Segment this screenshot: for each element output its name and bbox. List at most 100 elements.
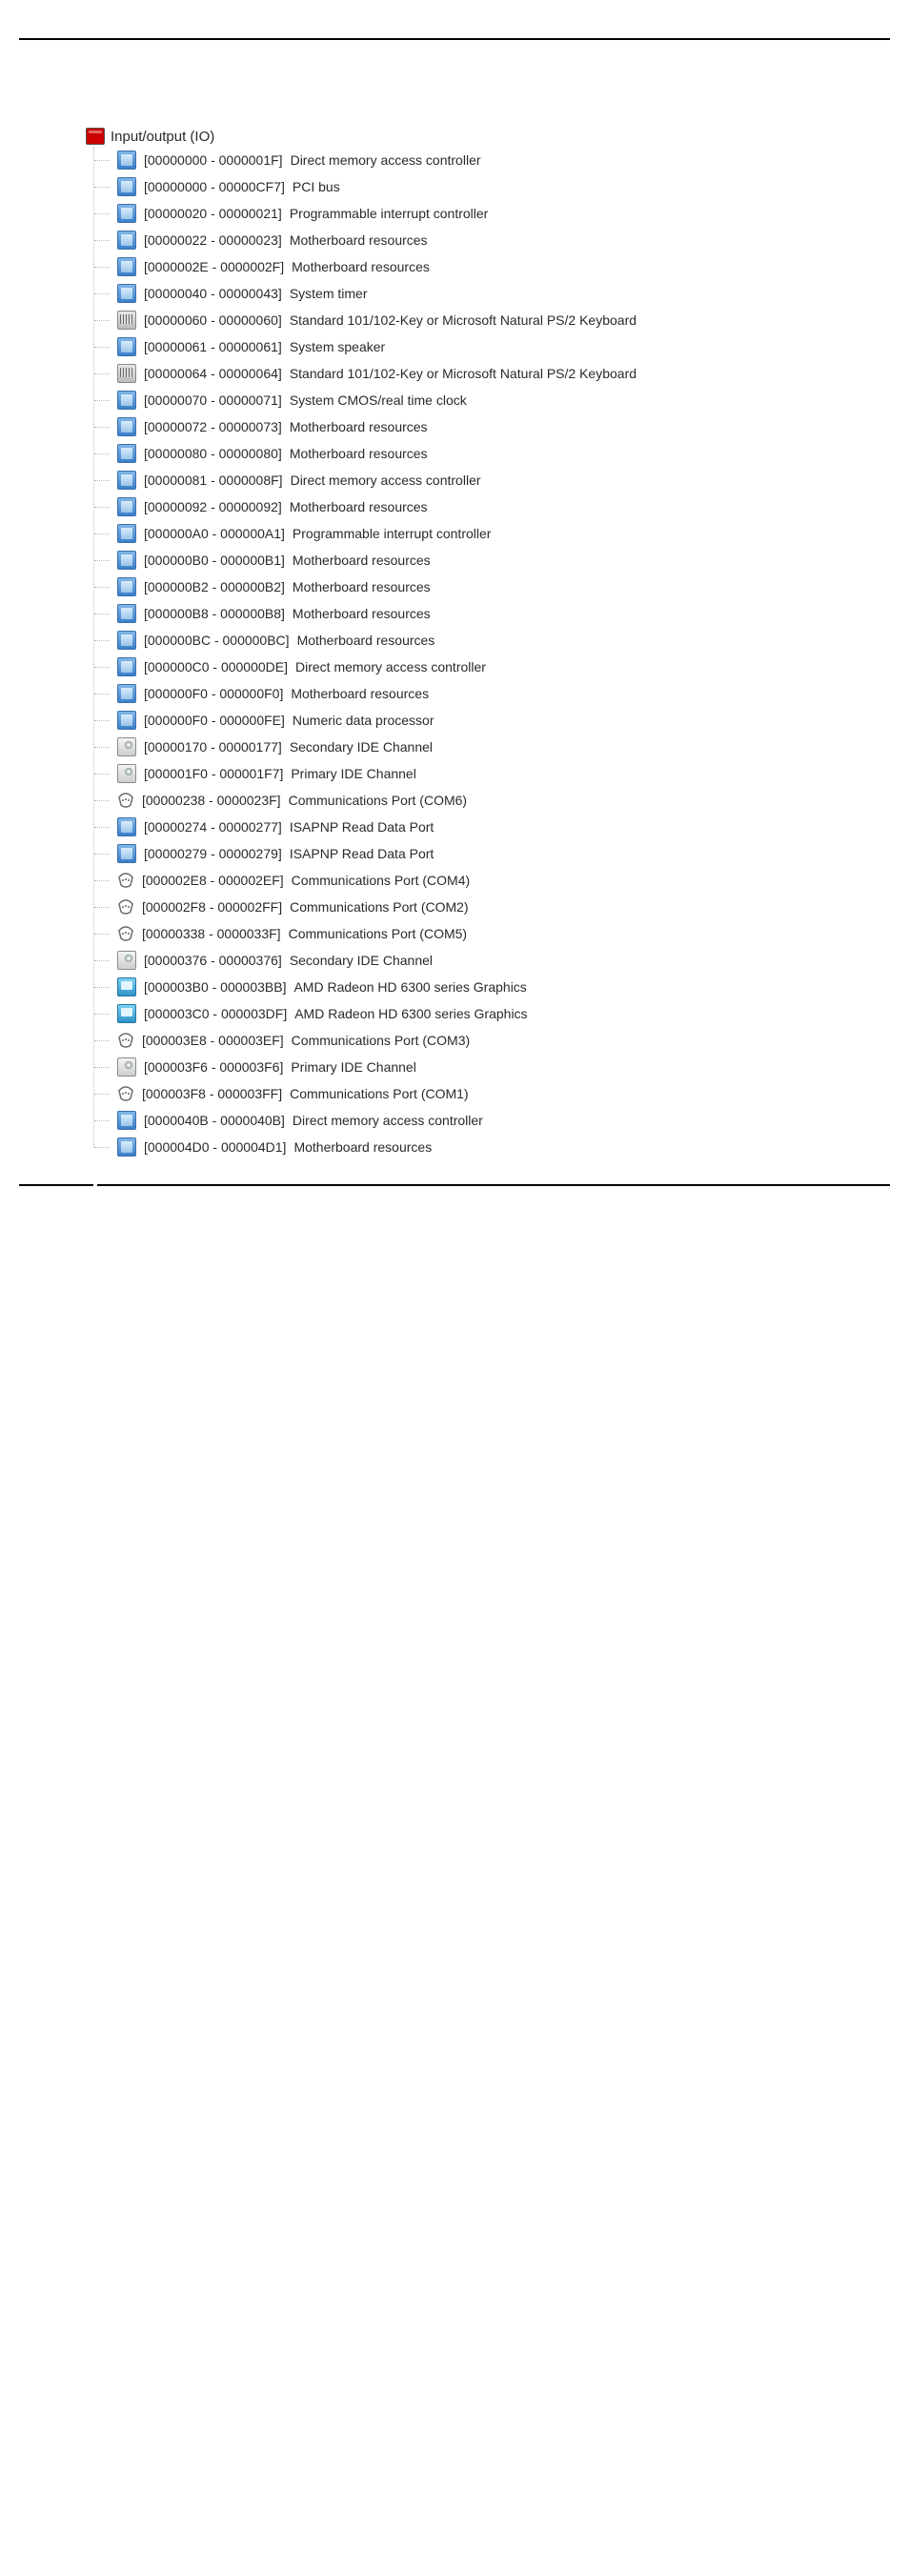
resource-item[interactable]: [00000022 - 00000023] Motherboard resourc… [94,227,890,253]
device-name: Motherboard resources [293,1139,432,1155]
io-range: [000003F6 - 000003F6] [144,1059,283,1075]
resource-item[interactable]: [00000000 - 0000001F] Direct memory acces… [94,147,890,173]
device-name: Motherboard resources [290,419,428,434]
system-device-icon [117,151,136,170]
resource-item[interactable]: [00000072 - 00000073] Motherboard resourc… [94,413,890,440]
resource-item[interactable]: [00000081 - 0000008F]Direct memory acces… [94,467,890,493]
io-range: [000003C0 - 000003DF] [144,1006,287,1021]
io-range: [000000B8 - 000000B8] [144,606,285,621]
serial-port-icon [117,1085,134,1102]
resource-item[interactable]: [00000338 - 0000033F]Communications Port… [94,920,890,947]
io-range: [000000F0 - 000000F0] [144,686,283,701]
ide-channel-icon [117,764,136,783]
device-name: Programmable interrupt controller [290,206,489,221]
device-name: Secondary IDE Channel [290,953,433,968]
resource-item[interactable]: [00000238 - 0000023F]Communications Port… [94,787,890,814]
device-name: Communications Port (COM2) [290,899,469,915]
io-range: [00000238 - 0000023F] [142,793,281,808]
resource-item[interactable]: [00000092 - 00000092] Motherboard resourc… [94,493,890,520]
resource-item[interactable]: [000003E8 - 000003EF]Communications Port… [94,1027,890,1054]
io-range: [00000070 - 00000071] [144,392,282,408]
serial-port-icon [117,792,134,809]
system-device-icon [117,284,136,303]
system-device-icon [117,391,136,410]
device-name: Standard 101/102-Key or Microsoft Natura… [290,312,636,328]
system-device-icon [117,1111,136,1130]
resource-item[interactable]: [00000070 - 00000071]System CMOS/real ti… [94,387,890,413]
resource-item[interactable]: [0000002E - 0000002F]Motherboard resourc… [94,253,890,280]
io-range: [00000338 - 0000033F] [142,926,281,941]
resource-item[interactable]: [00000040 - 00000043]System timer [94,280,890,307]
io-range: [000001F0 - 000001F7] [144,766,283,781]
resource-item[interactable]: [00000000 - 00000CF7] PCI bus [94,173,890,200]
serial-port-icon [117,898,134,916]
system-device-icon [117,577,136,596]
resource-item[interactable]: [000003F8 - 000003FF]Communications Port… [94,1080,890,1107]
io-range: [00000092 - 00000092] [144,499,282,514]
io-range: [0000040B - 0000040B] [144,1113,285,1128]
resource-item[interactable]: [00000080 - 00000080]Motherboard resourc… [94,440,890,467]
system-device-icon [117,817,136,836]
resource-item[interactable]: [000002F8 - 000002FF] Communications Port… [94,894,890,920]
device-name: PCI bus [293,179,340,194]
device-name: Motherboard resources [291,686,429,701]
resource-item[interactable]: [000000F0 - 000000F0] Motherboard resourc… [94,680,890,707]
io-range: [00000022 - 00000023] [144,232,282,248]
resource-item[interactable]: [000000B0 - 000000B1]Motherboard resourc… [94,547,890,574]
device-name: AMD Radeon HD 6300 series Graphics [293,979,526,995]
root-label: Input/output (IO) [111,129,214,145]
resource-item[interactable]: [00000064 - 00000064]Standard 101/102-Ke… [94,360,890,387]
device-name: Motherboard resources [290,232,428,248]
io-range: [00000020 - 00000021] [144,206,282,221]
display-adapter-icon [117,1004,136,1023]
tree-root-io[interactable]: Input/output (IO) [86,126,890,147]
resource-item[interactable]: [000000B2 - 000000B2]Motherboard resourc… [94,574,890,600]
resource-item[interactable]: [000000BC - 000000BC]Motherboard resourc… [94,627,890,654]
device-name: Direct memory access controller [295,659,486,674]
io-range: [000002F8 - 000002FF] [142,899,282,915]
device-name: Direct memory access controller [291,152,481,168]
resource-item[interactable]: [00000170 - 00000177]Secondary IDE Chann… [94,734,890,760]
resource-item[interactable]: [00000020 - 00000021] Programmable interr… [94,200,890,227]
resource-item[interactable]: [000000F0 - 000000FE]Numeric data proces… [94,707,890,734]
serial-port-icon [117,872,134,889]
system-device-icon [117,524,136,543]
resource-item[interactable]: [000000B8 - 000000B8]Motherboard resourc… [94,600,890,627]
device-name: Secondary IDE Channel [290,739,433,755]
resource-item[interactable]: [000001F0 - 000001F7]Primary IDE Channel [94,760,890,787]
resource-item[interactable]: [00000274 - 00000277]ISAPNP Read Data Po… [94,814,890,840]
io-range: [00000072 - 00000073] [144,419,282,434]
resource-item[interactable]: [000003B0 - 000003BB] AMD Radeon HD 6300 … [94,974,890,1000]
resource-item[interactable]: [0000040B - 0000040B] Direct memory acces… [94,1107,890,1134]
system-device-icon [117,257,136,276]
io-range: [00000279 - 00000279] [144,846,282,861]
device-name: Numeric data processor [293,713,434,728]
resource-item[interactable]: [00000376 - 00000376]Secondary IDE Chann… [94,947,890,974]
io-range: [00000040 - 00000043] [144,286,282,301]
device-name: ISAPNP Read Data Port [290,846,434,861]
system-device-icon [117,497,136,516]
io-range: [00000000 - 0000001F] [144,152,283,168]
resource-item[interactable]: [000000A0 - 000000A1]Programmable interr… [94,520,890,547]
device-name: Motherboard resources [293,553,431,568]
resource-item[interactable]: [00000060 - 00000060] Standard 101/102-Ke… [94,307,890,333]
resource-item[interactable]: [000004D0 - 000004D1]Motherboard resourc… [94,1134,890,1160]
page-bottom-rule [19,1184,890,1186]
io-range: [00000060 - 00000060] [144,312,282,328]
device-name: Direct memory access controller [293,1113,483,1128]
device-name: Motherboard resources [290,499,428,514]
display-adapter-icon [117,977,136,996]
device-resource-tree: Input/output (IO) [00000000 - 0000001F] D… [19,38,890,1160]
system-device-icon [117,711,136,730]
resource-item[interactable]: [00000061 - 00000061]System speaker [94,333,890,360]
tree-children: [00000000 - 0000001F] Direct memory acces… [93,147,890,1160]
io-range: [00000000 - 00000CF7] [144,179,285,194]
io-range: [000002E8 - 000002EF] [142,873,284,888]
resource-item[interactable]: [000003C0 - 000003DF]AMD Radeon HD 6300 … [94,1000,890,1027]
resource-item[interactable]: [000003F6 - 000003F6]Primary IDE Channel [94,1054,890,1080]
resource-item[interactable]: [00000279 - 00000279] ISAPNP Read Data Po… [94,840,890,867]
io-range: [000003B0 - 000003BB] [144,979,286,995]
resource-item[interactable]: [000000C0 - 000000DE]Direct memory acces… [94,654,890,680]
resource-item[interactable]: [000002E8 - 000002EF]Communications Port… [94,867,890,894]
io-range: [00000064 - 00000064] [144,366,282,381]
